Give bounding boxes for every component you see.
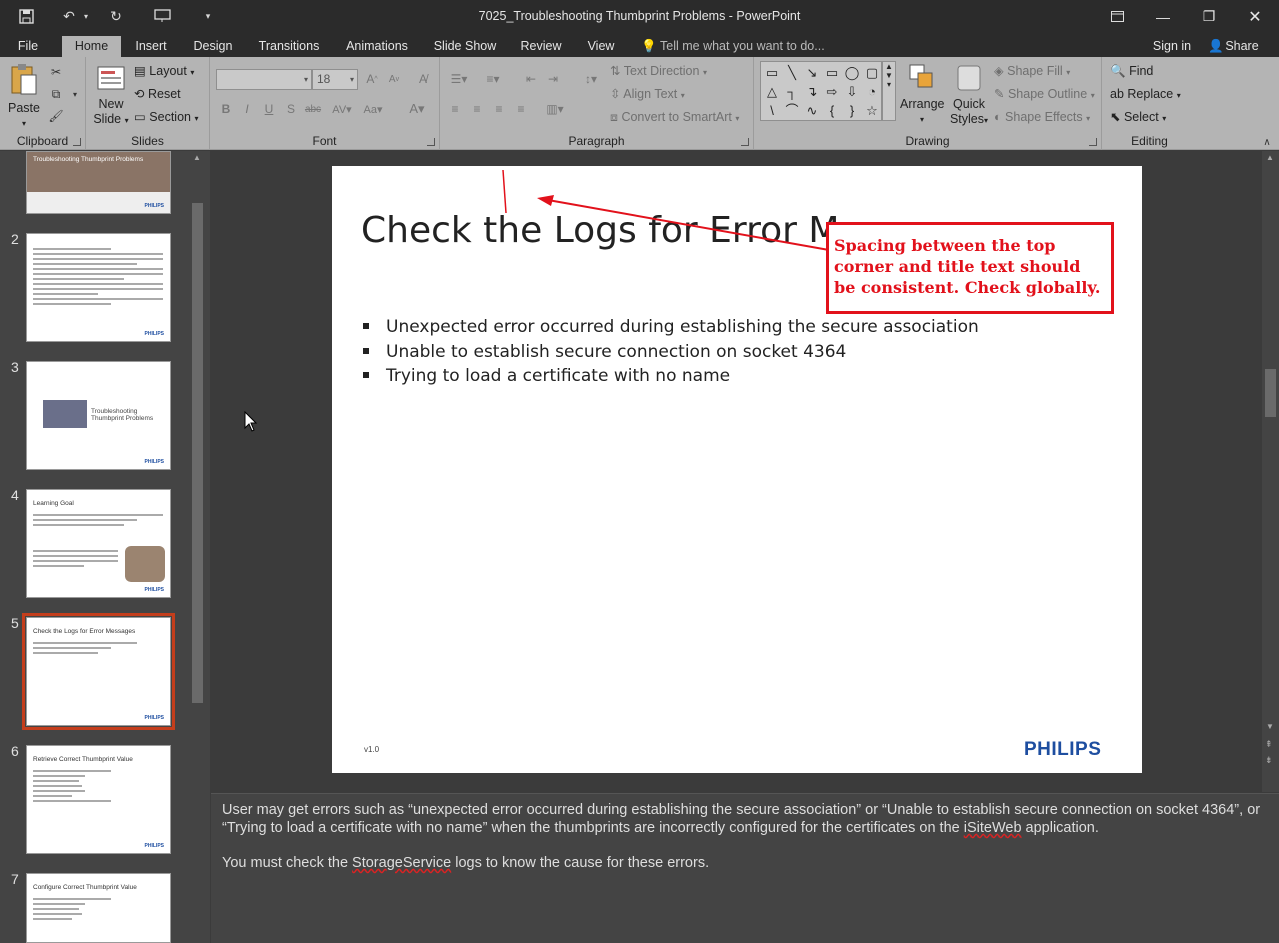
notes-paragraph-1: User may get errors such as “unexpected … <box>222 801 1268 837</box>
review-callout[interactable]: Spacing between the top corner and title… <box>826 222 1114 314</box>
notes-spellcheck-word: StorageService <box>352 855 452 871</box>
notes-text: logs to know the cause for these errors. <box>451 855 710 871</box>
mouse-cursor-icon <box>244 411 258 432</box>
notes-spellcheck-word: iSiteWeb <box>963 820 1022 836</box>
notes-paragraph-2: You must check the StorageService logs t… <box>222 854 1268 872</box>
notes-text: You must check the <box>222 855 353 871</box>
notes-pane[interactable]: User may get errors such as “unexpected … <box>211 793 1279 943</box>
notes-text: User may get errors such as “unexpected … <box>222 802 1261 836</box>
notes-text: application. <box>1021 820 1099 836</box>
